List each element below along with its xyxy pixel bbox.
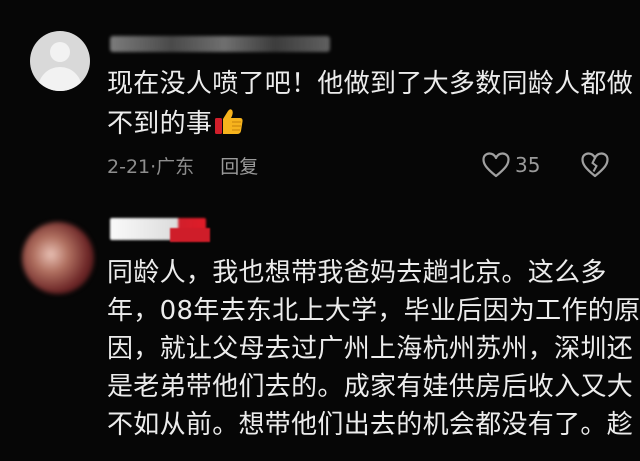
comment-location: 广东 — [156, 156, 195, 178]
avatar-body-shape — [38, 67, 82, 91]
comment-date: 2-21 — [107, 156, 151, 178]
comment-text: 现在没人喷了吧！他做到了大多数同龄人都做 不到的事 — [107, 64, 634, 149]
heart-outline-icon[interactable] — [482, 152, 510, 182]
avatar-head-shape — [50, 42, 70, 62]
reply-button[interactable]: 回复 — [220, 156, 258, 178]
comment-meta: 2-21·广东 回复 — [107, 152, 258, 179]
comment-text-line: 现在没人喷了吧！他做到了大多数同龄人都做 — [107, 69, 634, 99]
comment-item: 现在没人喷了吧！他做到了大多数同龄人都做 不到的事 2-21·广东 回复 35 — [0, 0, 640, 200]
comment-text-line: 不到的事 — [107, 104, 617, 149]
user-avatar-blurred[interactable] — [22, 222, 94, 294]
comment-feed: 现在没人喷了吧！他做到了大多数同龄人都做 不到的事 2-21·广东回复 35 — [0, 0, 640, 461]
thumbs-up-emoji — [214, 107, 244, 149]
broken-heart-icon[interactable] — [581, 152, 609, 182]
username-badge-blurred — [170, 228, 210, 242]
comment-text: 同龄人，我也想带我爸妈去趟北京。这么多 年，08年去东北上大学，毕业后因为工作的… — [107, 254, 640, 444]
comment-text-line: 不如从前。想带他们出去的机会都没有了。趁 — [107, 410, 634, 440]
comment-text-line: 是老弟带他们去的。成家有娃供房后收入又大 — [107, 372, 634, 402]
comment-item: 同龄人，我也想带我爸妈去趟北京。这么多 年，08年去东北上大学，毕业后因为工作的… — [0, 200, 640, 461]
username-blurred[interactable] — [110, 36, 330, 52]
default-avatar-icon[interactable] — [30, 31, 90, 91]
comment-text-line: 年，08年去东北上大学，毕业后因为工作的原 — [107, 296, 640, 326]
comment-text-segment: 不到的事 — [107, 109, 213, 139]
comment-text-line: 同龄人，我也想带我爸妈去趟北京。这么多 — [107, 258, 607, 288]
like-count: 35 — [515, 153, 541, 177]
comment-text-line: 因，就让父母去过广州上海杭州苏州，深圳还 — [107, 334, 634, 364]
